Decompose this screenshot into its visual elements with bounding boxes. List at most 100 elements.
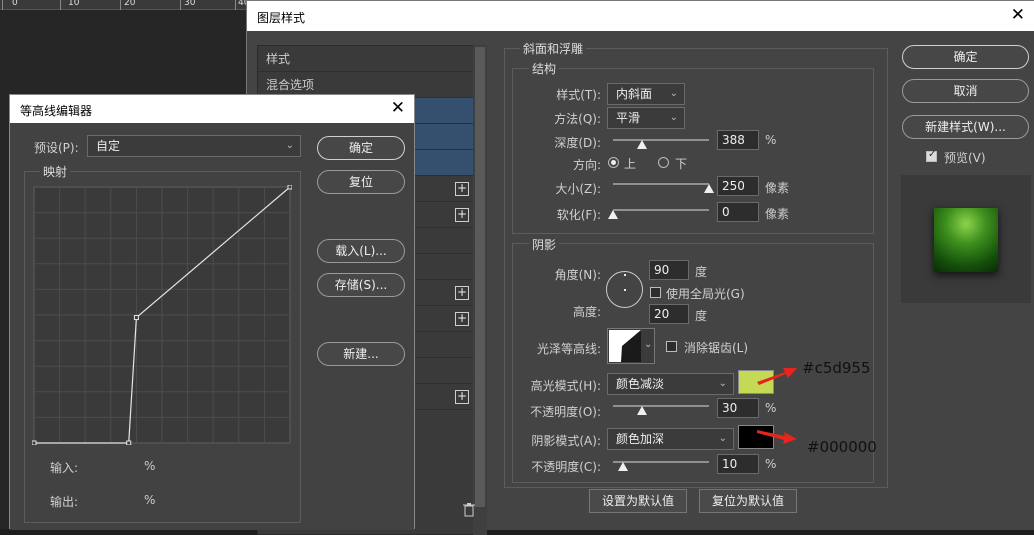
ruler-tick bbox=[2, 0, 3, 10]
horizontal-ruler: 0 10 20 30 40 bbox=[0, 0, 249, 10]
new-style-button[interactable]: 新建样式(W)... bbox=[902, 115, 1029, 139]
depth-label: 深度(D): bbox=[554, 136, 601, 150]
contour-new-button[interactable]: 新建... bbox=[317, 342, 405, 366]
soften-unit: 像素 bbox=[765, 207, 790, 221]
style-preview-box bbox=[901, 175, 1031, 303]
highlight-opacity-thumb[interactable] bbox=[636, 406, 647, 415]
trash-icon[interactable] bbox=[462, 502, 476, 518]
contour-save-button[interactable]: 存储(S)... bbox=[317, 273, 405, 297]
soften-slider-track[interactable] bbox=[613, 209, 709, 211]
ruler-tick bbox=[60, 0, 61, 10]
ruler-label: 30 bbox=[184, 0, 196, 8]
direction-down-label: 下 bbox=[675, 157, 688, 171]
gloss-contour-picker[interactable]: ⌄ bbox=[607, 328, 655, 364]
ruler-tick bbox=[180, 0, 181, 10]
contour-editor-titlebar: 等高线编辑器 ✕ bbox=[10, 95, 414, 123]
angle-label: 角度(N): bbox=[554, 268, 601, 282]
cancel-button[interactable]: 取消 bbox=[902, 79, 1029, 103]
soften-slider-thumb[interactable] bbox=[608, 210, 618, 219]
curve-point-handle[interactable] bbox=[126, 440, 132, 445]
bevel-group-title: 斜面和浮雕 bbox=[520, 40, 587, 57]
anti-alias-label: 消除锯齿(L) bbox=[684, 341, 749, 355]
set-default-button[interactable]: 设置为默认值 bbox=[589, 489, 687, 513]
add-icon[interactable]: + bbox=[455, 208, 469, 222]
direction-up-radio[interactable] bbox=[608, 157, 619, 168]
shadow-mode-select[interactable]: 颜色加深 ⌄ bbox=[607, 428, 734, 450]
altitude-label: 高度: bbox=[572, 305, 601, 319]
output-unit: % bbox=[144, 493, 156, 507]
shading-title: 阴影 bbox=[529, 236, 560, 253]
structure-title: 结构 bbox=[529, 60, 560, 77]
shadow-mode-label: 阴影模式(A): bbox=[531, 434, 601, 448]
contour-editor-body: 预设(P): 自定 ⌄ 映射 输入: % 输出: % 确定 复位 载入(L)...… bbox=[10, 123, 414, 530]
depth-unit: % bbox=[765, 133, 777, 147]
close-icon[interactable]: ✕ bbox=[391, 98, 405, 118]
preset-value: 自定 bbox=[96, 139, 121, 153]
close-icon[interactable]: ✕ bbox=[1011, 5, 1025, 25]
direction-down-radio[interactable] bbox=[658, 157, 669, 168]
ok-button[interactable]: 确定 bbox=[902, 45, 1029, 69]
preset-select[interactable]: 自定 ⌄ bbox=[87, 135, 301, 157]
size-slider-thumb[interactable] bbox=[704, 184, 714, 193]
chevron-down-icon: ⌄ bbox=[669, 88, 678, 99]
add-icon[interactable]: + bbox=[455, 390, 469, 404]
add-icon[interactable]: + bbox=[455, 182, 469, 196]
chevron-down-icon: ⌄ bbox=[718, 433, 727, 444]
gloss-contour-label: 光泽等高线: bbox=[536, 342, 601, 356]
size-unit: 像素 bbox=[765, 181, 790, 195]
contour-reset-button[interactable]: 复位 bbox=[317, 170, 405, 194]
shadow-opacity-thumb[interactable] bbox=[617, 462, 628, 471]
contour-ok-button[interactable]: 确定 bbox=[317, 136, 405, 160]
shadow-opacity-input[interactable]: 10 bbox=[717, 454, 759, 474]
chevron-down-icon: ⌄ bbox=[285, 140, 294, 151]
style-list-scrollbar[interactable] bbox=[473, 45, 487, 535]
scrollbar-thumb[interactable] bbox=[475, 47, 485, 507]
style-select-value: 内斜面 bbox=[616, 87, 653, 101]
curve-point-handle[interactable] bbox=[287, 185, 292, 190]
global-light-checkbox[interactable] bbox=[650, 287, 661, 298]
highlight-mode-select[interactable]: 颜色减淡 ⌄ bbox=[607, 373, 734, 395]
add-icon[interactable]: + bbox=[455, 312, 469, 326]
curve-point-handle[interactable] bbox=[133, 315, 139, 321]
shadow-opacity-label: 不透明度(C): bbox=[531, 460, 601, 474]
ruler-tick bbox=[235, 0, 236, 10]
input-unit: % bbox=[144, 459, 156, 473]
altitude-input[interactable]: 20 bbox=[649, 304, 689, 324]
angle-dial-center bbox=[624, 289, 626, 291]
angle-dial[interactable] bbox=[606, 271, 643, 308]
style-label: 样式(T): bbox=[556, 88, 601, 102]
style-list-item[interactable]: 样式 bbox=[258, 46, 481, 72]
soften-input[interactable]: 0 bbox=[717, 202, 759, 222]
highlight-hex-annotation: #c5d955 bbox=[802, 359, 871, 377]
style-select[interactable]: 内斜面 ⌄ bbox=[607, 83, 685, 105]
preview-checkbox[interactable] bbox=[926, 149, 937, 162]
altitude-unit: 度 bbox=[695, 309, 708, 323]
depth-slider-thumb[interactable] bbox=[636, 140, 647, 149]
angle-input[interactable]: 90 bbox=[649, 260, 689, 280]
depth-slider-track[interactable] bbox=[613, 139, 709, 141]
chevron-down-icon: ⌄ bbox=[669, 112, 678, 123]
highlight-opacity-track[interactable] bbox=[613, 405, 709, 407]
shadow-opacity-unit: % bbox=[765, 457, 777, 471]
chevron-down-icon: ⌄ bbox=[644, 339, 653, 350]
contour-editor-title: 等高线编辑器 bbox=[20, 104, 93, 118]
add-icon[interactable]: + bbox=[455, 286, 469, 300]
highlight-mode-label: 高光模式(H): bbox=[530, 379, 601, 393]
anti-alias-checkbox[interactable] bbox=[666, 341, 677, 352]
ruler-label: 20 bbox=[124, 0, 136, 8]
global-light-label: 使用全局光(G) bbox=[666, 287, 745, 301]
ruler-label: 0 bbox=[12, 0, 18, 8]
contour-graph[interactable] bbox=[32, 185, 292, 445]
preview-swatch bbox=[934, 208, 998, 272]
reset-default-button[interactable]: 复位为默认值 bbox=[699, 489, 797, 513]
highlight-mode-value: 颜色减淡 bbox=[616, 377, 665, 391]
contour-load-button[interactable]: 载入(L)... bbox=[317, 239, 405, 263]
method-select[interactable]: 平滑 ⌄ bbox=[607, 107, 685, 129]
direction-up-label: 上 bbox=[624, 157, 637, 171]
curve-point-handle[interactable] bbox=[32, 440, 37, 445]
size-slider-track[interactable] bbox=[613, 183, 709, 185]
depth-input[interactable]: 388 bbox=[717, 130, 759, 150]
mapping-label: 映射 bbox=[40, 163, 71, 180]
preview-label: 预览(V) bbox=[944, 151, 986, 165]
size-input[interactable]: 250 bbox=[717, 176, 759, 196]
